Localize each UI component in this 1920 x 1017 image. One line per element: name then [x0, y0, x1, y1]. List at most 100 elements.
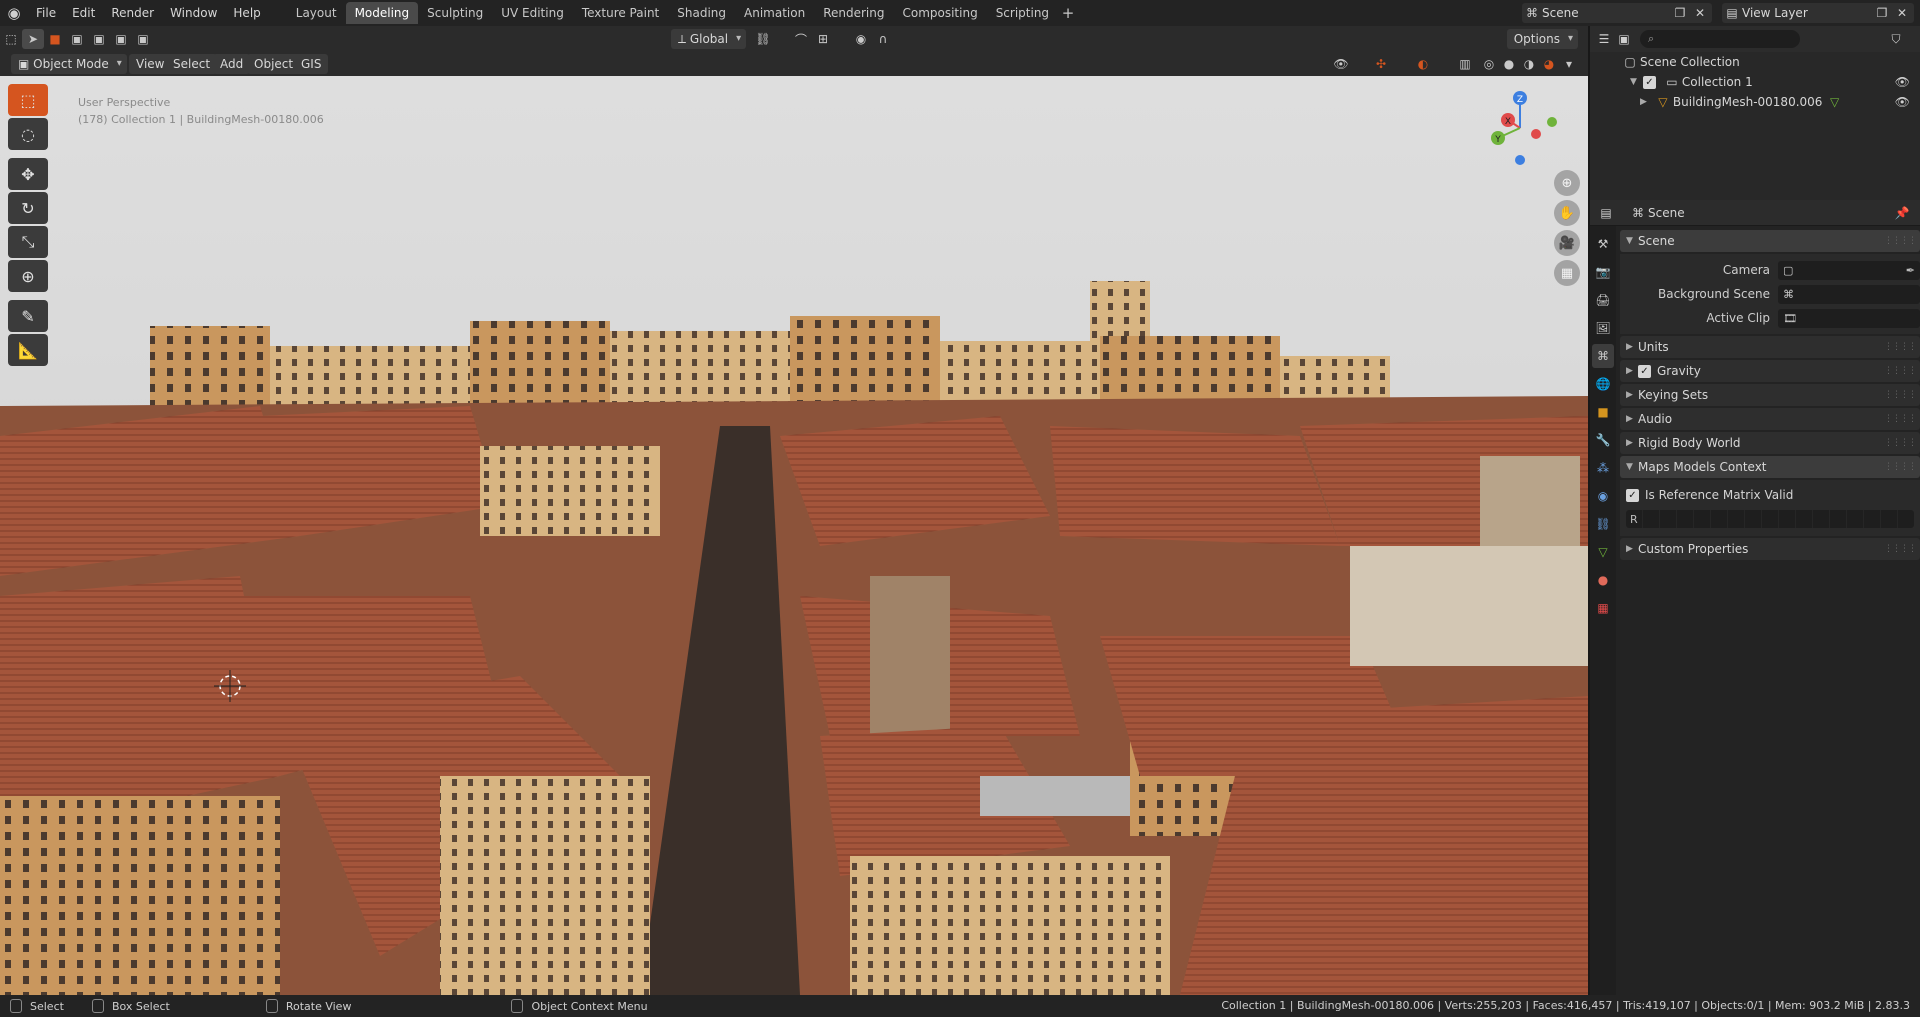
select-mode-intersect-icon[interactable]: ▣ [132, 29, 154, 49]
physics-tab-icon[interactable]: ◉ [1592, 484, 1614, 508]
panel-gravity[interactable]: ▶ ✓ Gravity ⋮⋮⋮⋮ [1620, 360, 1920, 382]
menu-gis[interactable]: GIS [294, 54, 329, 74]
copy-scene-icon[interactable]: ❐ [1670, 3, 1690, 23]
panel-custom-properties[interactable]: ▶ Custom Properties ⋮⋮⋮⋮ [1620, 538, 1920, 560]
camera-view-icon[interactable]: 🎥 [1554, 230, 1580, 256]
output-tab-icon[interactable]: 🖨 [1592, 288, 1614, 312]
select-mode-subtract-icon[interactable]: ▣ [88, 29, 110, 49]
r-matrix-field[interactable]: R [1626, 510, 1914, 528]
snap-target-icon[interactable]: ⊞ [812, 29, 834, 49]
perspective-toggle-icon[interactable]: ▦ [1554, 260, 1580, 286]
panel-maps-models-context[interactable]: ▼ Maps Models Context ⋮⋮⋮⋮ [1620, 456, 1920, 478]
navigation-gizmo[interactable]: Z X Y [1480, 86, 1570, 186]
view-layer-selector[interactable]: ▤ View Layer ❐ ✕ [1722, 3, 1914, 23]
particles-tab-icon[interactable]: ⁂ [1592, 456, 1614, 480]
gizmo-neg-x[interactable] [1531, 129, 1541, 139]
transform-orientation-dropdown[interactable]: ⟂ Global [671, 29, 747, 49]
proportional-edit-icon[interactable]: ◉ [850, 29, 872, 49]
panel-scene[interactable]: ▼ Scene ⋮⋮⋮⋮ [1620, 230, 1920, 252]
measure-tool-icon[interactable]: 📐 [8, 334, 48, 366]
gizmo-toggle-icon[interactable]: ✣ [1370, 54, 1392, 74]
shading-options-icon[interactable]: ▾ [1558, 54, 1580, 74]
menu-edit[interactable]: Edit [64, 0, 103, 26]
tab-modeling[interactable]: Modeling [345, 2, 419, 24]
select-mode-invert-icon[interactable]: ▣ [110, 29, 132, 49]
options-dropdown[interactable]: Options [1506, 29, 1578, 49]
tab-animation[interactable]: Animation [735, 2, 814, 24]
camera-field[interactable]: ▢ ✒ [1778, 260, 1920, 280]
gizmo-neg-y[interactable] [1547, 117, 1557, 127]
delete-scene-icon[interactable]: ✕ [1690, 3, 1710, 23]
collection-visibility-icon[interactable]: 👁 [1895, 75, 1910, 89]
scale-tool-icon[interactable]: ⤡ [8, 226, 48, 258]
object-tab-icon[interactable]: ■ [1592, 400, 1614, 424]
rendered-shading-icon[interactable]: ◕ [1538, 54, 1560, 74]
mesh-data-icon[interactable]: ▽ [1830, 95, 1839, 109]
select-tool-icon[interactable]: ➤ [22, 29, 44, 49]
collection-exclude-checkbox[interactable]: ✓ [1642, 75, 1656, 89]
pivot-icon[interactable]: ⛓ [752, 29, 774, 49]
pin-icon[interactable]: 📌 [1892, 203, 1912, 223]
drag-grip-icon[interactable]: ⋮⋮⋮⋮ [1884, 236, 1917, 246]
properties-editor-icon[interactable]: ▤ [1596, 203, 1616, 223]
tab-rendering[interactable]: Rendering [814, 2, 893, 24]
copy-view-layer-icon[interactable]: ❐ [1872, 3, 1892, 23]
rotate-tool-icon[interactable]: ↻ [8, 192, 48, 224]
outliner-building-mesh[interactable]: ▶ ▽ BuildingMesh-00180.006 ▽ 👁 [1590, 92, 1920, 112]
cursor-tool-icon[interactable]: ◌ [8, 118, 48, 150]
filter-icon[interactable]: ⛉ [1886, 29, 1906, 49]
menu-render[interactable]: Render [103, 0, 162, 26]
transform-tool-icon[interactable]: ⊕ [8, 260, 48, 292]
menu-add[interactable]: Add [213, 54, 251, 74]
tool-tab-icon[interactable]: ⚒ [1592, 232, 1614, 256]
editor-type-icon[interactable]: ⬚ [0, 29, 22, 49]
outliner-collection-1[interactable]: ▼ ✓ ▭ Collection 1 👁 [1590, 72, 1920, 92]
expand-arrow-icon[interactable]: ▼ [1630, 77, 1637, 87]
add-workspace-icon[interactable]: + [1058, 4, 1078, 22]
tab-sculpting[interactable]: Sculpting [418, 2, 492, 24]
blender-logo-icon[interactable]: ◉ [0, 0, 28, 26]
world-tab-icon[interactable]: 🌐 [1592, 372, 1614, 396]
wireframe-shading-icon[interactable]: ◎ [1478, 54, 1500, 74]
gravity-checkbox[interactable]: ✓ [1638, 364, 1651, 378]
menu-object[interactable]: Object [247, 54, 301, 74]
modifier-tab-icon[interactable]: 🔧 [1592, 428, 1614, 452]
snap-icon[interactable]: ⌒ [790, 29, 812, 49]
city-mesh-render[interactable] [0, 76, 1588, 995]
display-mode-icon[interactable]: ▣ [1614, 29, 1634, 49]
mode-dropdown[interactable]: ▣ Object Mode [11, 54, 127, 74]
falloff-icon[interactable]: ∩ [872, 29, 894, 49]
active-clip-field[interactable]: 🎞 [1778, 308, 1920, 328]
texture-tab-icon[interactable]: ▦ [1592, 596, 1614, 620]
visibility-icon[interactable]: 👁 [1330, 54, 1352, 74]
panel-units[interactable]: ▶ Units ⋮⋮⋮⋮ [1620, 336, 1920, 358]
constraints-tab-icon[interactable]: ⛓ [1592, 512, 1614, 536]
3d-viewport[interactable]: ⬚ ➤ ■ ▣ ▣ ▣ ▣ ⟂ Global ⛓ ⌒ ⊞ ◉ ∩ Options… [0, 26, 1588, 995]
tab-scripting[interactable]: Scripting [987, 2, 1058, 24]
tab-shading[interactable]: Shading [668, 2, 735, 24]
xray-icon[interactable]: ▥ [1454, 54, 1476, 74]
panel-rigid-body-world[interactable]: ▶ Rigid Body World ⋮⋮⋮⋮ [1620, 432, 1920, 454]
outliner-scene-collection[interactable]: ▢ Scene Collection [1590, 52, 1920, 72]
move-tool-icon[interactable]: ✥ [8, 158, 48, 190]
material-shading-icon[interactable]: ◑ [1518, 54, 1540, 74]
gizmo-neg-z[interactable] [1515, 155, 1525, 165]
pan-view-icon[interactable]: ✋ [1554, 200, 1580, 226]
solid-shading-icon[interactable]: ● [1498, 54, 1520, 74]
menu-window[interactable]: Window [162, 0, 225, 26]
select-box-tool-icon[interactable]: ⬚ [8, 84, 48, 116]
render-tab-icon[interactable]: 📷 [1592, 260, 1614, 284]
scene-tab-icon[interactable]: ⌘ [1592, 344, 1614, 368]
outliner-editor-icon[interactable]: ☰ [1594, 29, 1614, 49]
background-scene-field[interactable]: ⌘ [1778, 284, 1920, 304]
menu-select[interactable]: Select [166, 54, 218, 74]
panel-keying-sets[interactable]: ▶ Keying Sets ⋮⋮⋮⋮ [1620, 384, 1920, 406]
tab-layout[interactable]: Layout [287, 2, 346, 24]
select-mode-extend-icon[interactable]: ▣ [66, 29, 88, 49]
tab-texture-paint[interactable]: Texture Paint [573, 2, 668, 24]
panel-audio[interactable]: ▶ Audio ⋮⋮⋮⋮ [1620, 408, 1920, 430]
data-tab-icon[interactable]: ▽ [1592, 540, 1614, 564]
select-mode-new-icon[interactable]: ■ [44, 29, 66, 49]
tab-compositing[interactable]: Compositing [893, 2, 986, 24]
zoom-view-icon[interactable]: ⊕ [1554, 170, 1580, 196]
